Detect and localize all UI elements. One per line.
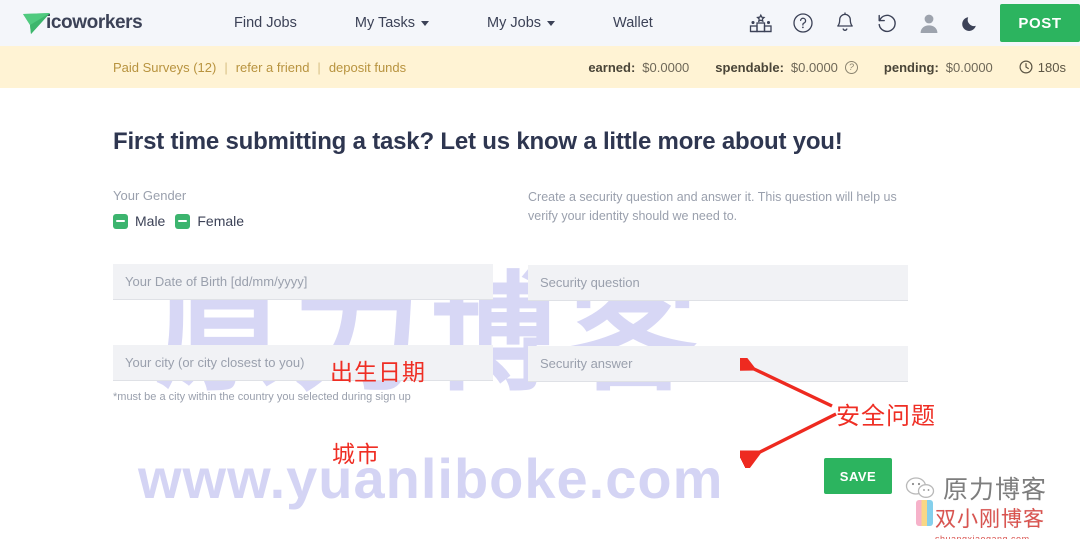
brand-name: icoworkers xyxy=(46,12,143,33)
brand-logo[interactable]: icoworkers xyxy=(22,10,212,36)
balance-summary: earned: $0.0000 spendable: $0.0000 ? pen… xyxy=(588,60,1066,75)
security-answer-placeholder: Security answer xyxy=(540,355,633,371)
bell-icon[interactable] xyxy=(824,0,866,46)
balance-spendable: spendable: $0.0000 ? xyxy=(715,60,858,75)
session-timer: 180s xyxy=(1019,60,1066,75)
balance-value: $0.0000 xyxy=(790,59,838,75)
help-circle-icon[interactable] xyxy=(782,0,824,46)
left-column: Your Gender Male Female Your Date of Bir… xyxy=(113,188,493,403)
checkbox-icon xyxy=(113,213,128,229)
watermark-url: www.yuanliboke.com xyxy=(138,447,724,510)
nav-label: Find Jobs xyxy=(234,15,297,31)
moon-icon[interactable] xyxy=(950,0,992,46)
save-button-label: SAVE xyxy=(839,468,877,484)
main-content: 原力博客 www.yuanliboke.com First time submi… xyxy=(0,88,1080,539)
gender-option-female[interactable]: Female xyxy=(175,213,244,229)
link-separator: | xyxy=(317,59,321,75)
header-actions: POST xyxy=(740,0,1080,46)
gender-option-label: Male xyxy=(135,213,166,229)
annotation-date-of-birth: 出生日期 xyxy=(330,360,426,386)
date-of-birth-placeholder: Your Date of Birth [dd/mm/yyyy] xyxy=(125,274,308,289)
balance-pending: pending: $0.0000 xyxy=(884,60,993,75)
watermark-stripe xyxy=(916,500,933,526)
save-button[interactable]: SAVE xyxy=(824,458,892,494)
security-description: Create a security question and answer it… xyxy=(528,190,897,224)
balance-label: pending: xyxy=(883,59,939,75)
leaderboard-icon[interactable] xyxy=(740,0,782,46)
city-hint: *must be a city within the country you s… xyxy=(113,391,411,403)
nav-item-find-jobs[interactable]: Find Jobs xyxy=(234,9,297,37)
clock-icon xyxy=(1019,60,1033,74)
timer-value: 180s xyxy=(1037,59,1066,75)
avatar-icon[interactable] xyxy=(908,0,950,46)
balance-value: $0.0000 xyxy=(642,59,690,75)
annotation-security: 安全问题 xyxy=(836,402,936,430)
page-title: First time submitting a task? Let us kno… xyxy=(113,128,843,155)
link-separator: | xyxy=(224,59,228,75)
help-circle-icon[interactable]: ? xyxy=(844,60,858,74)
security-question-placeholder: Security question xyxy=(540,274,640,290)
gender-option-male[interactable]: Male xyxy=(113,213,165,229)
nav-label: My Jobs xyxy=(487,15,542,31)
main-nav: Find Jobs My Tasks My Jobs Wallet xyxy=(234,9,711,37)
gender-options: Male Female xyxy=(113,213,493,229)
history-icon[interactable] xyxy=(866,0,908,46)
security-question-input[interactable]: Security question xyxy=(528,264,908,301)
post-button[interactable]: POST xyxy=(1000,4,1080,42)
balance-label: earned: xyxy=(588,59,636,75)
secondary-bar: Paid Surveys (12) | refer a friend | dep… xyxy=(0,46,1080,88)
right-column: Create a security question and answer it… xyxy=(528,188,908,382)
chevron-down-icon xyxy=(421,20,430,26)
city-placeholder: Your city (or city closest to you) xyxy=(125,355,305,370)
nav-item-wallet[interactable]: Wallet xyxy=(613,9,653,37)
security-answer-input[interactable]: Security answer xyxy=(528,345,908,382)
nav-label: Wallet xyxy=(613,15,653,31)
nav-item-my-jobs[interactable]: My Jobs xyxy=(487,9,556,37)
city-input[interactable]: Your city (or city closest to you) xyxy=(113,345,493,381)
annotation-city: 城市 xyxy=(332,442,380,468)
balance-earned: earned: $0.0000 xyxy=(588,60,689,75)
balance-value: $0.0000 xyxy=(945,59,993,75)
post-button-label: POST xyxy=(1018,14,1062,32)
top-navbar: icoworkers Find Jobs My Tasks My Jobs Wa… xyxy=(0,0,1080,46)
page-root: icoworkers Find Jobs My Tasks My Jobs Wa… xyxy=(0,0,1080,539)
nav-item-my-tasks[interactable]: My Tasks xyxy=(354,9,430,37)
balance-label: spendable: xyxy=(715,59,784,75)
nav-label: My Tasks xyxy=(354,15,416,31)
checkbox-icon xyxy=(175,213,191,229)
gender-option-label: Female xyxy=(197,213,245,229)
chevron-down-icon xyxy=(547,20,556,26)
gender-label: Your Gender xyxy=(113,188,187,203)
annotation-arrows xyxy=(740,358,837,468)
link-deposit-funds[interactable]: deposit funds xyxy=(329,60,406,75)
promo-links: Paid Surveys (12) | refer a friend | dep… xyxy=(113,60,406,75)
link-paid-surveys[interactable]: Paid Surveys (12) xyxy=(113,60,216,75)
link-refer-a-friend[interactable]: refer a friend xyxy=(236,60,310,75)
date-of-birth-input[interactable]: Your Date of Birth [dd/mm/yyyy] xyxy=(113,264,493,300)
paper-plane-icon xyxy=(22,10,52,36)
